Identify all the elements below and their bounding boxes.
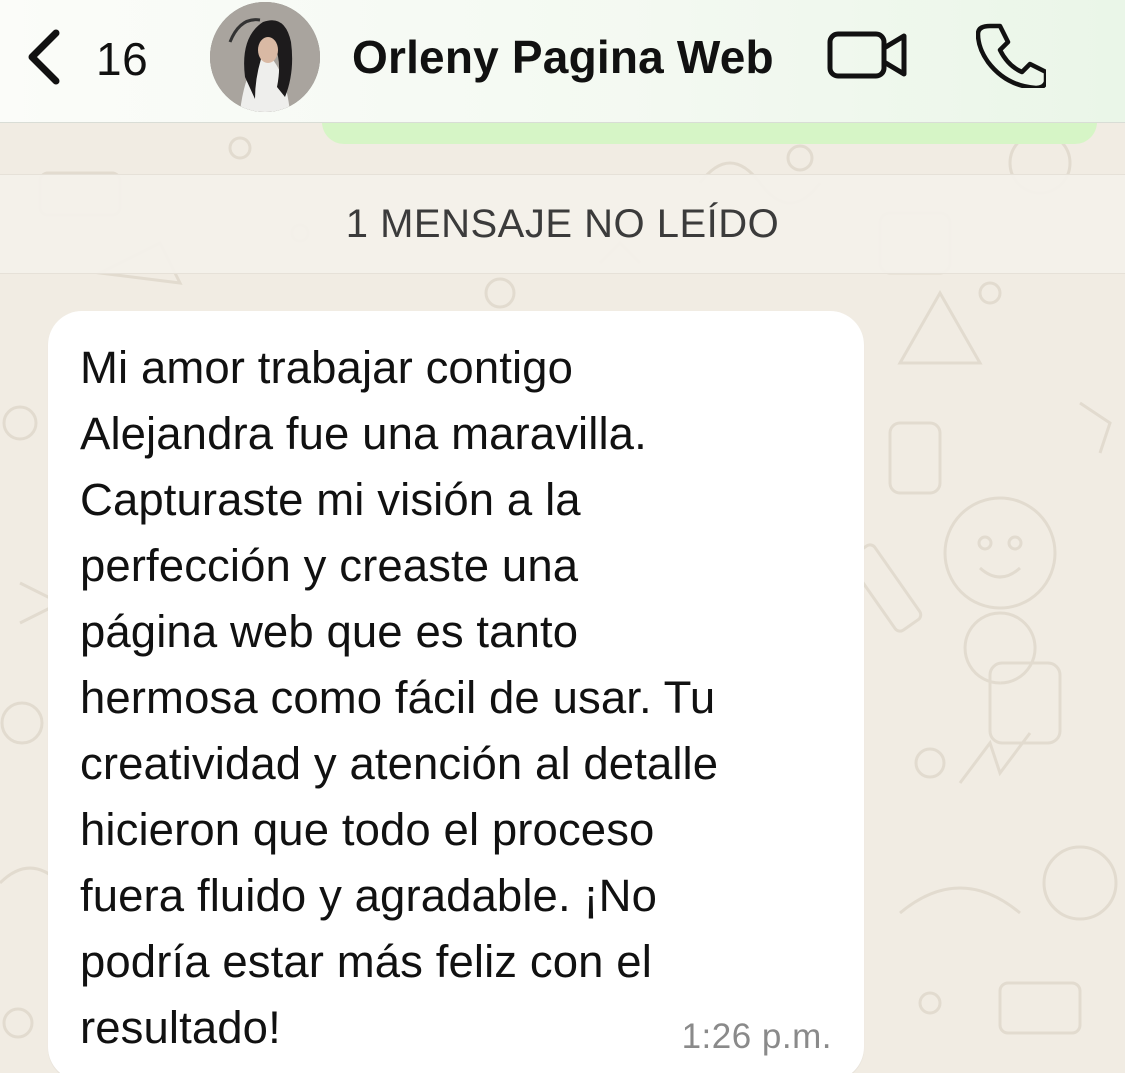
message-line: hicieron que todo el proceso: [80, 804, 655, 855]
message-text: Mi amor trabajar contigo Alejandra fue u…: [80, 335, 834, 1061]
incoming-message-bubble[interactable]: Mi amor trabajar contigo Alejandra fue u…: [48, 311, 864, 1073]
video-call-button[interactable]: [826, 24, 910, 84]
unread-label: 1 MENSAJE NO LEÍDO: [345, 201, 780, 246]
voice-call-button[interactable]: [975, 20, 1049, 91]
message-line: hermosa como fácil de usar. Tu: [80, 672, 716, 723]
unread-chats-count: 16: [96, 33, 149, 85]
message-line: Capturaste mi visión a la: [80, 474, 581, 525]
chevron-left-icon: [22, 25, 66, 94]
message-line: podría estar más feliz con el: [80, 936, 652, 987]
message-line: Mi amor trabajar contigo: [80, 342, 573, 393]
message-line: página web que es tanto: [80, 606, 579, 657]
message-line: Alejandra fue una maravilla.: [80, 408, 647, 459]
contact-name[interactable]: Orleny Pagina Web: [352, 30, 774, 84]
message-timestamp: 1:26 p.m.: [681, 1017, 832, 1056]
message-line: creatividad y atención al detalle: [80, 738, 719, 789]
message-line: perfección y creaste una: [80, 540, 579, 591]
unread-divider: 1 MENSAJE NO LEÍDO: [0, 174, 1125, 274]
phone-icon: [975, 23, 1049, 92]
video-camera-icon: [826, 31, 910, 88]
contact-photo: [210, 2, 320, 112]
back-button[interactable]: 16: [22, 24, 172, 94]
avatar[interactable]: [210, 2, 320, 112]
message-line: fuera fluido y agradable. ¡No: [80, 870, 658, 921]
chat-header: 16 Orleny Pagina Web: [0, 0, 1125, 123]
